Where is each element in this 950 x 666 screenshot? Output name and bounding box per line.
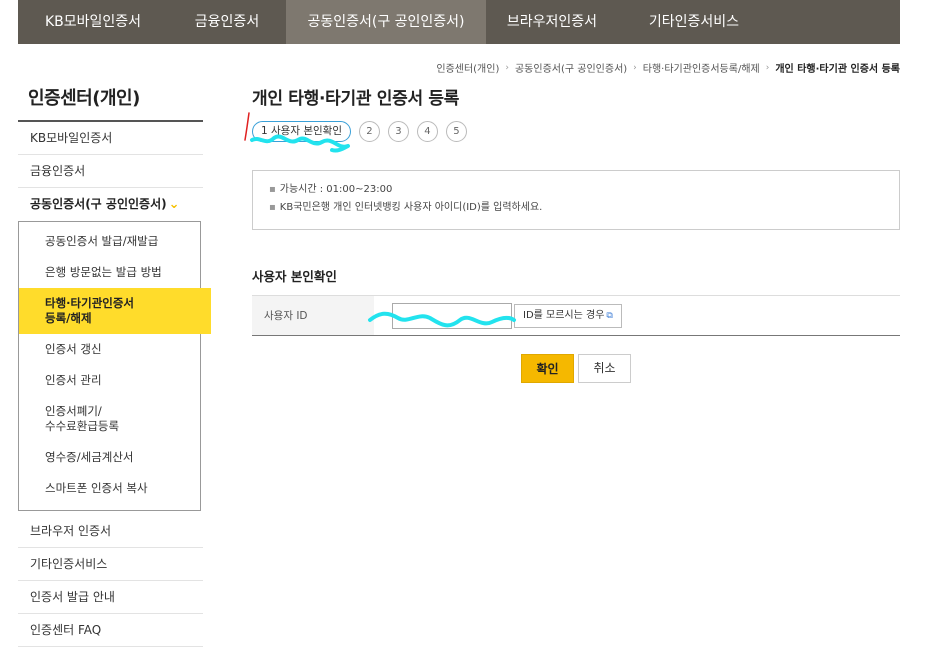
available-hours-text: 가능시간 : 01:00~23:00 (279, 184, 393, 195)
step-indicator: 1 사용자 본인확인 2 3 4 5 (252, 121, 900, 142)
step-2[interactable]: 2 (358, 121, 380, 142)
submenu-item-manage[interactable]: 인증서 관리 (19, 365, 200, 396)
confirm-button[interactable]: 확인 (521, 354, 574, 383)
forgot-id-button[interactable]: ID를 모르시는 경우 ⧉ (514, 303, 622, 328)
instruction-text: KB국민은행 개인 인터넷뱅킹 사용자 아이디(ID)를 입력하세요. (279, 202, 543, 213)
sidebar-item-label: 공동인증서(구 공인인증서) (30, 197, 167, 211)
action-buttons: 확인 취소 (252, 354, 900, 383)
nav-financial-cert[interactable]: 금융인증서 (168, 0, 286, 44)
nav-browser-cert[interactable]: 브라우저인증서 (486, 0, 618, 44)
breadcrumb-item[interactable]: 공동인증서(구 공인인증서) (515, 60, 627, 75)
breadcrumb-current: 개인 타행·타기관 인증서 등록 (775, 64, 900, 75)
top-navigation: KB모바일인증서 금융인증서 공동인증서(구 공인인증서) 브라우저인증서 기타… (18, 0, 900, 44)
sidebar: 인증센터(개인) KB모바일인증서 금융인증서 공동인증서(구 공인인증서) ⌄ … (18, 76, 211, 647)
step-1-current[interactable]: 1 사용자 본인확인 (252, 121, 351, 142)
breadcrumb-item[interactable]: 타행·타기관인증서등록/해제 (643, 60, 760, 75)
breadcrumb-separator-icon: › (633, 62, 637, 73)
breadcrumb-separator-icon: › (505, 62, 509, 73)
submenu-item-issue-without-visit[interactable]: 은행 방문없는 발급 방법 (19, 257, 200, 288)
nav-kb-mobile-cert[interactable]: KB모바일인증서 (18, 0, 168, 44)
sidebar-item-faq[interactable]: 인증센터 FAQ (18, 614, 203, 647)
main-content: 개인 타행·타기관 인증서 등록 1 사용자 본인확인 2 3 4 5 ▪ 가능시… (252, 84, 900, 383)
sidebar-item-other-services[interactable]: 기타인증서비스 (18, 548, 203, 581)
user-id-label: 사용자 ID (252, 296, 374, 335)
sidebar-item-issue-guide[interactable]: 인증서 발급 안내 (18, 581, 203, 614)
chevron-down-icon: ⌄ (168, 197, 180, 212)
sidebar-item-joint-cert[interactable]: 공동인증서(구 공인인증서) ⌄ (18, 188, 203, 221)
step-4[interactable]: 4 (416, 121, 438, 142)
sidebar-item-kb-mobile-cert[interactable]: KB모바일인증서 (18, 122, 203, 155)
submenu-item-other-bank-register[interactable]: 타행·타기관인증서 등록/해제 (19, 288, 211, 334)
sidebar-submenu: 공동인증서 발급/재발급 은행 방문없는 발급 방법 타행·타기관인증서 등록/… (18, 221, 211, 511)
info-box: ▪ 가능시간 : 01:00~23:00 ▪ KB국민은행 개인 인터넷뱅킹 사용자… (252, 170, 900, 230)
nav-joint-cert[interactable]: 공동인증서(구 공인인증서) (286, 0, 486, 44)
breadcrumb: 인증센터(개인) › 공동인증서(구 공인인증서) › 타행·타기관인증서등록/… (436, 60, 900, 76)
sidebar-item-financial-cert[interactable]: 금융인증서 (18, 155, 203, 188)
section-title: 사용자 본인확인 (252, 266, 900, 296)
user-id-input[interactable] (392, 302, 512, 329)
bullet-icon: ▪ (269, 184, 276, 195)
bullet-icon: ▪ (269, 202, 276, 213)
submenu-item-smartphone-copy[interactable]: 스마트폰 인증서 복사 (19, 473, 200, 504)
page-title: 개인 타행·타기관 인증서 등록 (252, 89, 460, 109)
info-line: ▪ 가능시간 : 01:00~23:00 (269, 181, 883, 199)
step-5[interactable]: 5 (445, 121, 467, 142)
submenu-item-issue[interactable]: 공동인증서 발급/재발급 (19, 226, 200, 257)
sidebar-lower-items: 브라우저 인증서 기타인증서비스 인증서 발급 안내 인증센터 FAQ (18, 515, 203, 647)
sidebar-title: 인증센터(개인) (18, 76, 203, 122)
step-3[interactable]: 3 (387, 121, 409, 142)
sidebar-item-browser-cert[interactable]: 브라우저 인증서 (18, 515, 203, 548)
breadcrumb-separator-icon: › (765, 62, 770, 73)
breadcrumb-item[interactable]: 인증센터(개인) (436, 60, 499, 75)
nav-other-cert-services[interactable]: 기타인증서비스 (618, 0, 770, 44)
user-id-row: 사용자 ID ID를 모르시는 경우 ⧉ (252, 296, 900, 336)
external-link-icon: ⧉ (606, 310, 613, 321)
submenu-item-receipt[interactable]: 영수증/세금계산서 (19, 442, 200, 473)
cancel-button[interactable]: 취소 (578, 354, 631, 383)
submenu-item-renew[interactable]: 인증서 갱신 (19, 334, 200, 365)
forgot-id-label: ID를 모르시는 경우 (523, 309, 605, 321)
info-line: ▪ KB국민은행 개인 인터넷뱅킹 사용자 아이디(ID)를 입력하세요. (269, 199, 883, 217)
submenu-item-revoke-refund[interactable]: 인증서폐기/ 수수료환급등록 (19, 396, 200, 442)
